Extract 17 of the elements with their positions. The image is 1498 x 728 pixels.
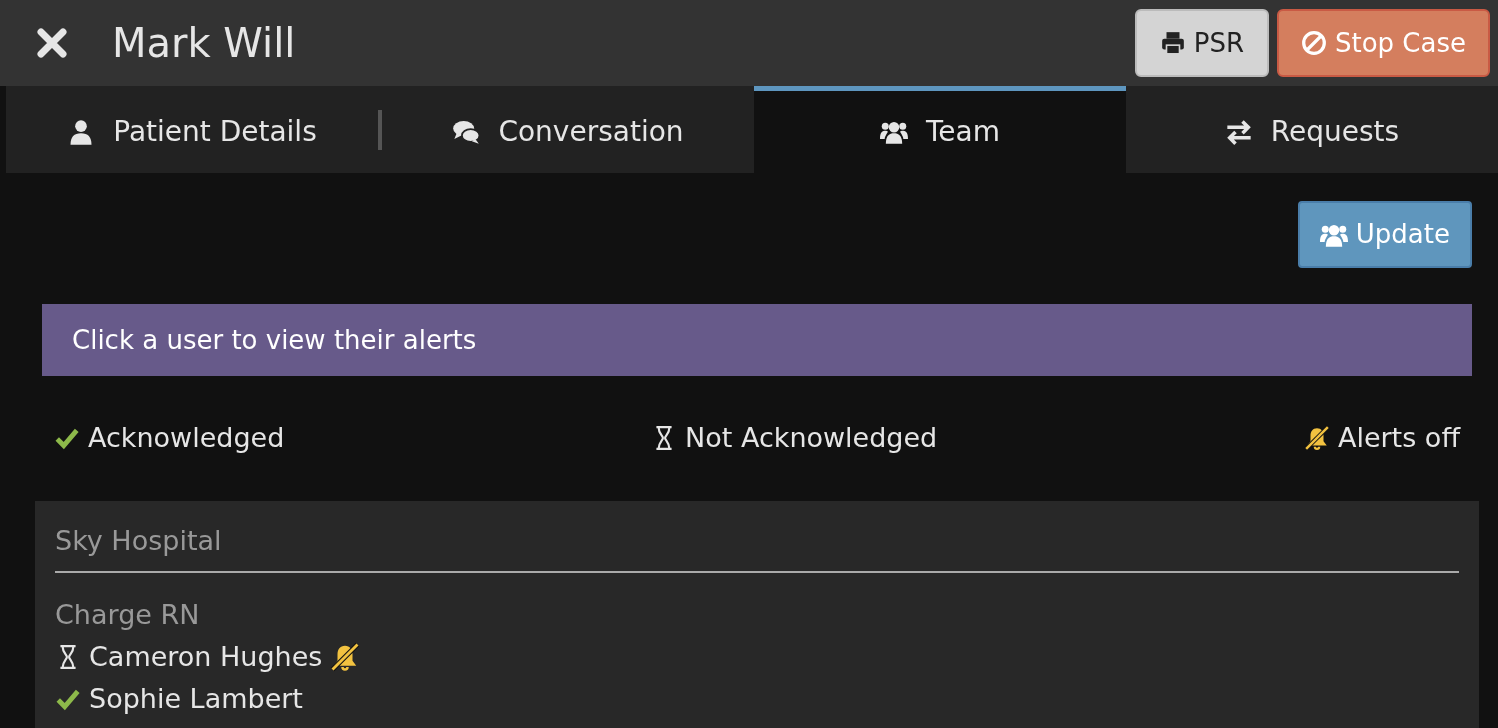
ban-icon — [1301, 30, 1327, 56]
legend-label: Acknowledged — [88, 421, 285, 455]
printer-icon — [1159, 30, 1186, 56]
legend-label: Not Acknowledged — [685, 421, 938, 455]
team-member-name[interactable]: Cameron Hughes — [89, 635, 323, 678]
close-icon[interactable] — [36, 27, 68, 59]
patient-name-title: Mark Will — [112, 19, 296, 68]
team-member-name[interactable]: Sophie Lambert — [89, 677, 303, 720]
role-heading: Charge RN — [55, 598, 201, 632]
bell-off-icon — [1303, 425, 1330, 452]
chat-bubbles-icon — [452, 118, 481, 146]
info-alert: Click a user to view their alerts — [42, 304, 1472, 376]
site-heading: Sky Hospital — [55, 520, 1459, 573]
legend-label: Alerts off — [1337, 421, 1460, 455]
print-button[interactable]: PSR — [1135, 9, 1269, 77]
tab[interactable]: Team — [754, 86, 1126, 173]
swap-arrows-icon — [1224, 118, 1253, 146]
